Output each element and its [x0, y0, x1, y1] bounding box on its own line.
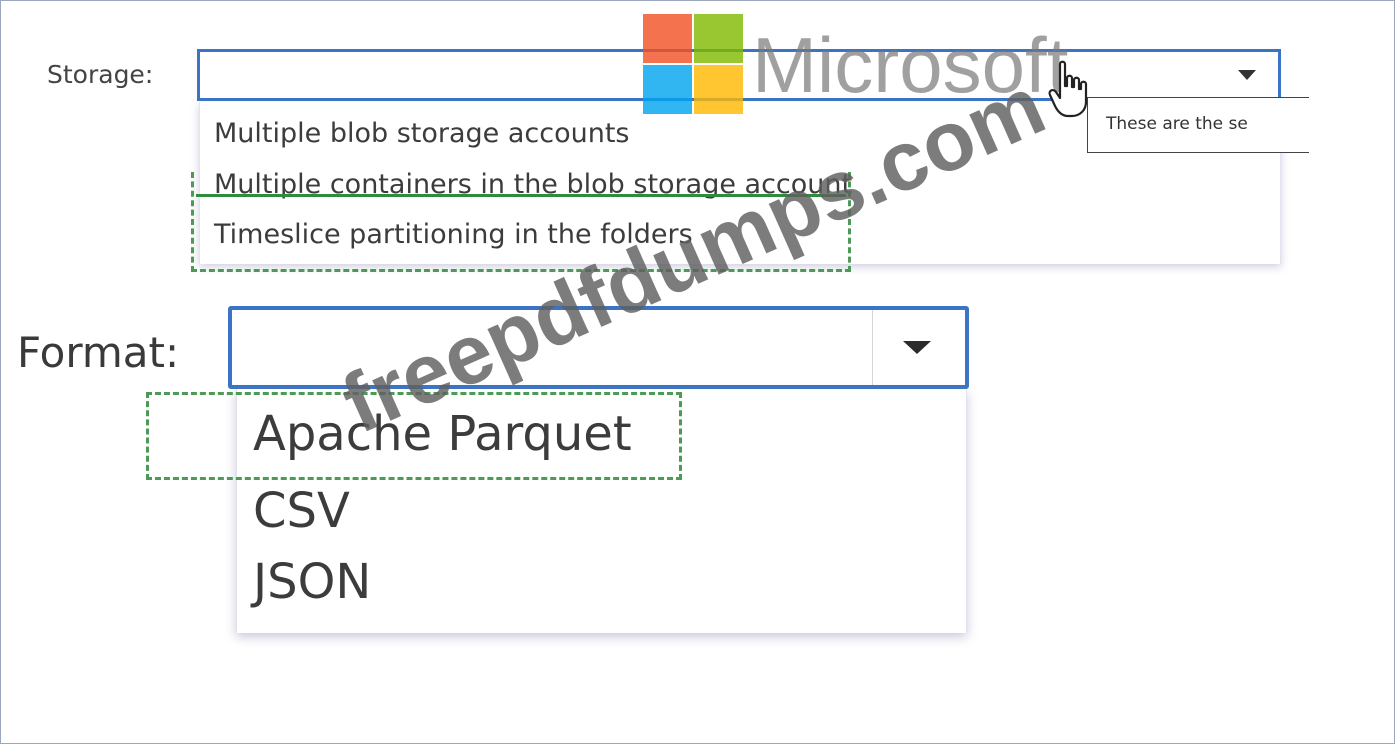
format-dropdown-button[interactable]	[872, 310, 965, 385]
format-option-json[interactable]: JSON	[253, 554, 371, 610]
storage-label: Storage:	[47, 60, 154, 89]
storage-tooltip: These are the se	[1087, 97, 1309, 153]
microsoft-logo-icon	[643, 14, 743, 114]
format-option-csv[interactable]: CSV	[253, 483, 350, 539]
logo-yellow-square	[694, 65, 743, 114]
format-label: Format:	[17, 328, 180, 377]
hand-pointer-icon	[1048, 60, 1088, 118]
storage-option-multiple-accounts[interactable]: Multiple blob storage accounts	[214, 118, 630, 149]
logo-red-square	[643, 14, 692, 63]
chevron-down-icon	[903, 341, 931, 354]
logo-blue-square	[643, 65, 692, 114]
logo-green-square	[694, 14, 743, 63]
chevron-down-icon[interactable]	[1238, 70, 1256, 80]
